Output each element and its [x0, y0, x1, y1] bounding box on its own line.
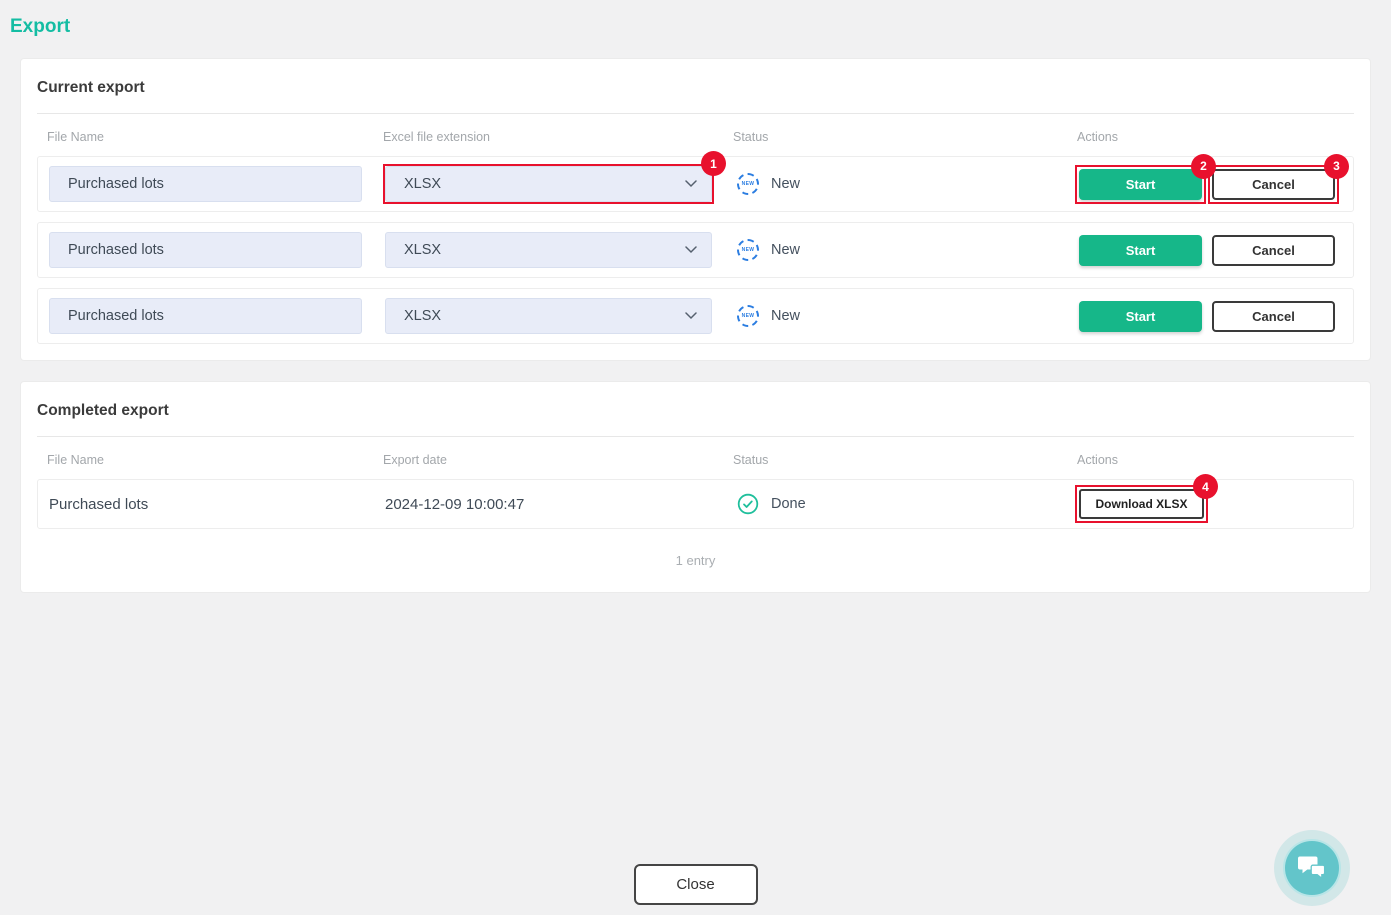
current-export-column-headers: File Name Excel file extension Status Ac… [37, 130, 1354, 144]
status-text: Done [771, 496, 806, 512]
status-cell: NEW New [735, 173, 1079, 195]
file-name-cell [49, 232, 385, 268]
actions-cell: Download XLSX 4 [1079, 489, 1353, 519]
file-name-text: Purchased lots [49, 496, 148, 513]
page-title: Export [0, 0, 1391, 38]
completed-export-column-headers: File Name Export date Status Actions [37, 453, 1354, 467]
download-xlsx-button[interactable]: Download XLSX [1079, 489, 1204, 519]
new-status-icon: NEW [737, 173, 759, 195]
extension-select-value: XLSX [404, 176, 441, 192]
chevron-down-icon [685, 242, 697, 258]
status-text: New [771, 308, 800, 324]
chevron-down-icon [685, 308, 697, 324]
chat-icon [1297, 855, 1327, 882]
status-cell: NEW New [735, 239, 1079, 261]
file-name-cell: Purchased lots [49, 496, 385, 513]
status-cell: Done [735, 493, 1079, 515]
export-date-text: 2024-12-09 10:00:47 [385, 496, 524, 513]
new-status-icon: NEW [737, 305, 759, 327]
file-name-input[interactable] [49, 166, 362, 202]
file-name-cell [49, 166, 385, 202]
completed-export-card: Completed export File Name Export date S… [20, 381, 1371, 593]
divider [37, 113, 1354, 114]
export-date-cell: 2024-12-09 10:00:47 [385, 496, 735, 513]
export-page: Export Current export File Name Excel fi… [0, 0, 1391, 915]
current-export-row-2: XLSX NEW New Start Cancel [37, 222, 1354, 278]
footer: Close [0, 864, 1391, 905]
column-header-file-name: File Name [37, 453, 373, 467]
column-header-status: Status [723, 453, 1067, 467]
extension-select[interactable]: XLSX [385, 232, 712, 268]
file-name-input[interactable] [49, 232, 362, 268]
completed-export-heading: Completed export [37, 402, 1354, 420]
column-header-extension: Excel file extension [373, 130, 723, 144]
current-export-heading: Current export [37, 79, 1354, 97]
start-button[interactable]: Start [1079, 169, 1202, 200]
column-header-actions: Actions [1067, 453, 1354, 467]
actions-cell: Start Cancel [1079, 301, 1353, 332]
extension-select-value: XLSX [404, 242, 441, 258]
column-header-status: Status [723, 130, 1067, 144]
annotation-badge-3: 3 [1324, 154, 1349, 179]
file-name-input[interactable] [49, 298, 362, 334]
new-status-icon: NEW [737, 239, 759, 261]
annotation-badge-2: 2 [1191, 154, 1216, 179]
chat-fab-circle [1283, 839, 1341, 897]
extension-select-value: XLSX [404, 308, 441, 324]
status-text: New [771, 176, 800, 192]
extension-cell: XLSX [385, 232, 735, 268]
status-text: New [771, 242, 800, 258]
entry-count: 1 entry [37, 553, 1354, 568]
status-cell: NEW New [735, 305, 1079, 327]
file-name-cell [49, 298, 385, 334]
annotation-badge-4: 4 [1193, 474, 1218, 499]
start-button[interactable]: Start [1079, 301, 1202, 332]
close-button[interactable]: Close [634, 864, 758, 905]
extension-cell: XLSX [385, 298, 735, 334]
current-export-card: Current export File Name Excel file exte… [20, 58, 1371, 361]
done-status-icon [737, 493, 759, 515]
cancel-button[interactable]: Cancel [1212, 301, 1335, 332]
divider [37, 436, 1354, 437]
actions-cell: Start 2 Cancel 3 [1079, 169, 1353, 200]
chat-fab[interactable] [1274, 830, 1350, 906]
start-button[interactable]: Start [1079, 235, 1202, 266]
annotation-badge-1: 1 [701, 151, 726, 176]
column-header-file-name: File Name [37, 130, 373, 144]
column-header-actions: Actions [1067, 130, 1354, 144]
current-export-row-1: XLSX 1 NEW New Start [37, 156, 1354, 212]
column-header-export-date: Export date [373, 453, 723, 467]
chevron-down-icon [685, 176, 697, 192]
cancel-button[interactable]: Cancel [1212, 169, 1335, 200]
actions-cell: Start Cancel [1079, 235, 1353, 266]
cancel-button[interactable]: Cancel [1212, 235, 1335, 266]
extension-cell: XLSX 1 [385, 166, 735, 202]
extension-select[interactable]: XLSX [385, 298, 712, 334]
extension-select[interactable]: XLSX [385, 166, 712, 202]
completed-export-row: Purchased lots 2024-12-09 10:00:47 Done … [37, 479, 1354, 529]
current-export-row-3: XLSX NEW New Start Cancel [37, 288, 1354, 344]
